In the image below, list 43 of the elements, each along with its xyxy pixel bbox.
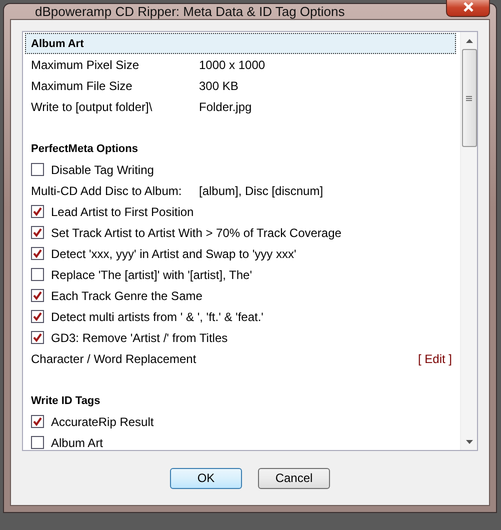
scrollbar[interactable] (460, 32, 477, 450)
checkbox[interactable] (31, 226, 44, 239)
checkbox[interactable] (31, 205, 44, 218)
option-label: Character / Word Replacement (31, 352, 196, 366)
dialog-button[interactable]: OK (170, 468, 242, 488)
option-value[interactable]: 300 KB (199, 78, 238, 92)
checkbox[interactable] (31, 436, 44, 449)
option-label[interactable]: Replace 'The [artist]' with '[artist], The' (51, 268, 252, 282)
option-label: Write to [output folder]\ (31, 100, 154, 114)
option-label: Maximum Pixel Size (31, 58, 140, 72)
checkbox[interactable] (31, 310, 44, 323)
option-label[interactable]: Disable Tag Writing (51, 162, 154, 176)
scroll-up-icon[interactable] (466, 38, 472, 42)
section-header[interactable]: Write ID Tags (25, 390, 456, 411)
option-label[interactable]: Each Track Genre the Same (51, 288, 202, 302)
scroll-thumb[interactable] (462, 49, 476, 147)
checkbox[interactable] (31, 247, 44, 260)
option-label[interactable]: Detect multi artists from ' & ', 'ft.' & 'feat.' (51, 310, 264, 324)
option-label[interactable]: GD3: Remove 'Artist /' from Titles (51, 330, 228, 344)
checkbox[interactable] (31, 331, 44, 344)
section-header[interactable]: Album Art (25, 33, 456, 54)
option-label[interactable]: Album Art (51, 436, 104, 450)
checkbox[interactable] (31, 415, 44, 428)
option-label: Multi-CD Add Disc to Album: (31, 184, 183, 198)
grip-icon (466, 96, 472, 100)
option-label: Maximum File Size (31, 78, 134, 92)
close-icon (462, 2, 474, 12)
option-value[interactable]: Folder.jpg (199, 100, 252, 114)
option-value[interactable]: 1000 x 1000 (199, 58, 266, 72)
window-title: dBpoweramp CD Ripper: Meta Data & ID Tag Options (35, 4, 345, 19)
checkbox[interactable] (31, 163, 44, 176)
close-button[interactable] (446, 0, 490, 16)
dialog-button[interactable]: Cancel (258, 468, 330, 488)
scroll-down-icon[interactable] (466, 440, 472, 444)
option-label[interactable]: Set Track Artist to Artist With > 70% of Track Coverage (51, 226, 342, 240)
checkbox[interactable] (31, 268, 44, 281)
checkbox[interactable] (31, 289, 44, 302)
option-label[interactable]: Lead Artist to First Position (51, 204, 194, 218)
edit-link[interactable]: [ Edit ] (418, 352, 452, 366)
option-label[interactable]: AccurateRip Result (51, 414, 154, 428)
section-header[interactable]: PerfectMeta Options (25, 138, 456, 159)
option-label[interactable]: Detect 'xxx, yyy' in Artist and Swap to 'yyy xxx' (51, 246, 296, 260)
option-value[interactable]: [album], Disc [discnum] (199, 184, 324, 198)
